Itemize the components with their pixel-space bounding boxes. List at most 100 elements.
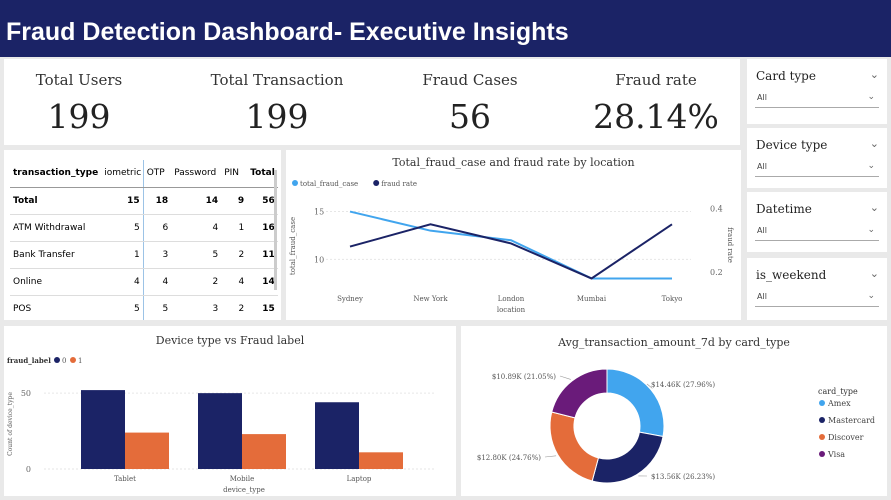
legend-marker <box>819 451 825 457</box>
x-tick-label: Tablet <box>114 475 136 483</box>
legend-marker <box>54 357 60 363</box>
slicer-label: is_weekend <box>756 268 827 282</box>
legend-label: fraud rate <box>381 180 417 188</box>
dashboard-header: Fraud Detection Dashboard- Executive Ins… <box>0 0 891 57</box>
dropdown-arrow-icon[interactable]: ⌄ <box>867 92 875 102</box>
chevron-down-icon[interactable]: ⌄ <box>870 68 879 81</box>
kpi-card-total-transaction: Total Transaction 199 <box>202 59 352 145</box>
kpi-value: 56 <box>449 97 491 136</box>
y-tick-label: 0 <box>26 465 31 474</box>
data-label: $14.46K (27.96%) <box>651 381 715 389</box>
legend-marker <box>70 357 76 363</box>
table-cell: 6 <box>143 214 172 242</box>
bar-mobile-1 <box>242 434 286 469</box>
table-cell: 14 <box>171 187 222 215</box>
slicer-label: Datetime <box>756 202 812 216</box>
slicer-device-type[interactable]: Device type ⌄ All ⌄ <box>747 128 887 188</box>
legend-marker <box>373 180 380 186</box>
matrix-col-header[interactable]: iometric <box>101 160 144 188</box>
donut-slice-discover <box>549 411 600 482</box>
series-line-total-fraud-case <box>349 210 672 280</box>
slicer-datetime[interactable]: Datetime ⌄ All ⌄ <box>747 192 887 252</box>
chevron-down-icon[interactable]: ⌄ <box>870 137 879 150</box>
donut-chart-panel: Avg_transaction_amount_7d by card_type $… <box>461 326 887 496</box>
legend-label: 0 <box>62 357 66 365</box>
x-tick-label: Mobile <box>230 475 254 483</box>
slicer-value: All <box>757 292 767 301</box>
kpi-label: Total Users <box>35 71 123 89</box>
slicer-dropdown[interactable]: All ⌄ <box>755 90 879 108</box>
y-tick-label: 10 <box>314 255 324 264</box>
matrix-panel: transaction_type iometric OTP Password P… <box>4 150 281 320</box>
x-axis-title: device_type <box>223 486 265 494</box>
table-cell: 1 <box>101 241 144 269</box>
x-tick-label: Mumbai <box>577 295 607 303</box>
table-row: POS 5 5 3 2 15 <box>10 295 278 320</box>
table-row: Bank Transfer 1 3 5 2 11 <box>10 241 278 269</box>
legend-label: Discover <box>828 433 864 442</box>
row-label: Bank Transfer <box>10 241 102 269</box>
table-cell: 2 <box>171 268 222 296</box>
bar-mobile-0 <box>198 393 242 469</box>
table-cell: 18 <box>143 187 172 215</box>
line-chart: total_fraud_case fraud rate15100.40.2tota… <box>289 180 734 314</box>
data-label: $12.80K (24.76%) <box>477 454 541 462</box>
donut-slice-amex <box>606 368 665 438</box>
bar-tablet-0 <box>81 390 125 469</box>
table-cell: 4 <box>221 268 248 296</box>
slicer-is-weekend[interactable]: is_weekend ⌄ All ⌄ <box>747 258 887 320</box>
matrix-col-header[interactable]: OTP <box>143 160 172 188</box>
y-tick-label: 15 <box>314 208 324 217</box>
x-tick-label: New York <box>413 295 448 303</box>
table-cell: 3 <box>143 241 172 269</box>
slicer-dropdown[interactable]: All ⌄ <box>755 223 879 241</box>
matrix-scrollbar[interactable] <box>274 170 277 290</box>
slicer-dropdown[interactable]: All ⌄ <box>755 289 879 307</box>
legend-label: Amex <box>827 399 851 408</box>
matrix-col-header[interactable]: transaction_type <box>10 160 102 188</box>
table-cell: 4 <box>171 214 222 242</box>
legend-label: Mastercard <box>828 416 875 425</box>
dropdown-arrow-icon[interactable]: ⌄ <box>867 225 875 235</box>
row-label: ATM Withdrawal <box>10 214 102 242</box>
row-label: Online <box>10 268 102 296</box>
table-cell: 15 <box>247 295 278 320</box>
y-axis-title: Count of device_type <box>7 392 14 456</box>
chevron-down-icon[interactable]: ⌄ <box>870 267 879 280</box>
dropdown-arrow-icon[interactable]: ⌄ <box>867 161 875 171</box>
line-chart-panel: Total_fraud_case and fraud rate by locat… <box>286 150 741 320</box>
matrix-col-header[interactable]: Password <box>171 160 222 188</box>
y2-tick-label: 0.4 <box>710 204 723 213</box>
table-cell: 5 <box>143 295 172 320</box>
kpi-value: 28.14% <box>593 97 719 136</box>
legend-title: card_type <box>818 387 858 396</box>
slicer-dropdown[interactable]: All ⌄ <box>755 159 879 177</box>
bar-laptop-1 <box>359 452 403 469</box>
table-cell: 5 <box>101 295 144 320</box>
y2-axis-title: fraud rate <box>726 227 734 263</box>
legend-marker <box>819 434 825 440</box>
legend-label: 1 <box>78 357 82 365</box>
table-cell: 2 <box>221 241 248 269</box>
chevron-down-icon[interactable]: ⌄ <box>870 201 879 214</box>
slicer-value: All <box>757 162 767 171</box>
table-cell: 4 <box>143 268 172 296</box>
kpi-card-fraud-rate: Fraud rate 28.14% <box>576 59 736 145</box>
table-cell: 3 <box>171 295 222 320</box>
dropdown-arrow-icon[interactable]: ⌄ <box>867 291 875 301</box>
slicer-label: Device type <box>756 138 828 152</box>
bar-laptop-0 <box>315 402 359 469</box>
matrix-header-row: transaction_type iometric OTP Password P… <box>10 160 278 188</box>
slicer-card-type[interactable]: Card type ⌄ All ⌄ <box>747 59 887 124</box>
matrix-col-header[interactable]: PIN <box>221 160 248 188</box>
bar-chart-panel: Device type vs Fraud label fraud_label 0 1… <box>4 326 456 496</box>
table-row: Total 15 18 14 9 56 <box>10 187 278 215</box>
y-tick-label: 50 <box>21 389 31 398</box>
legend-marker <box>292 180 298 186</box>
kpi-value: 199 <box>47 97 111 136</box>
kpi-value: 199 <box>245 97 309 136</box>
table-cell: 4 <box>101 268 144 296</box>
table-cell: 5 <box>171 241 222 269</box>
data-label: $10.89K (21.05%) <box>492 373 556 381</box>
table-cell: 1 <box>221 214 248 242</box>
